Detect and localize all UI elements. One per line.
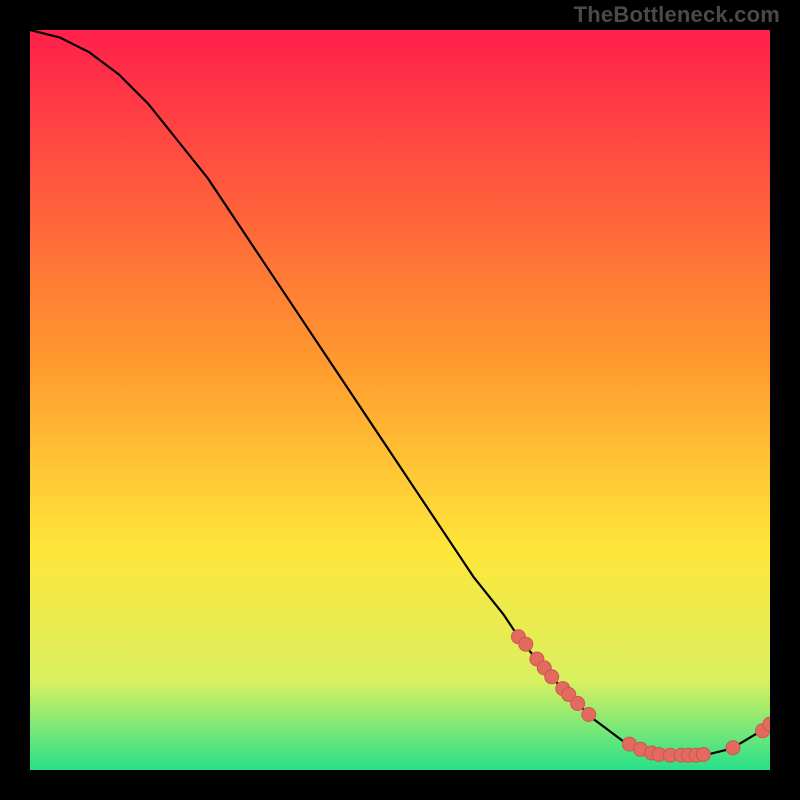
data-point [545, 670, 559, 684]
plot-area [30, 30, 770, 770]
gradient-background [30, 30, 770, 770]
data-point [519, 637, 533, 651]
chart-svg [30, 30, 770, 770]
chart-stage: TheBottleneck.com [0, 0, 800, 800]
data-point [726, 741, 740, 755]
data-point [696, 747, 710, 761]
watermark-label: TheBottleneck.com [574, 2, 780, 28]
data-point [571, 696, 585, 710]
data-point [582, 708, 596, 722]
